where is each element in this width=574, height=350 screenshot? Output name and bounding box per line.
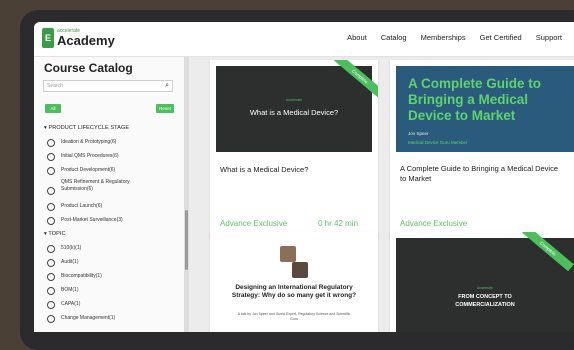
course-thumbnail[interactable]: accelerate What is a Medical Device? [216, 66, 372, 152]
radio-icon[interactable] [47, 153, 55, 161]
top-navigation: E accelerate Academy About Catalog Membe… [34, 22, 574, 57]
speaker-photo [280, 246, 296, 262]
main-nav: About Catalog Memberships Get Certified … [347, 33, 562, 42]
course-card[interactable]: accelerate FROM CONCEPT TO COMMERCIALIZA… [390, 232, 574, 332]
thumbnail-author-role: Medical Device Guru Member [408, 140, 468, 145]
all-button[interactable]: All [45, 104, 61, 113]
search-icon[interactable]: ⌕ [165, 82, 169, 90]
topic-option[interactable]: 510(k)(1) [47, 245, 81, 253]
catalog-sidebar: Course Catalog Search ⌕ All Reset ▾ PROD… [34, 57, 185, 332]
nav-get-certified[interactable]: Get Certified [480, 33, 522, 42]
filter-option[interactable]: Ideation & Prototyping(6) [47, 139, 116, 147]
thumbnail-title: A Complete Guide to Bringing a Medical D… [408, 76, 542, 123]
course-title[interactable]: What is a Medical Device? [220, 165, 370, 175]
screen: E accelerate Academy About Catalog Membe… [34, 22, 574, 332]
radio-icon[interactable] [47, 287, 55, 295]
reset-button[interactable]: Reset [156, 104, 174, 113]
radio-icon[interactable] [47, 167, 55, 175]
topic-option[interactable]: BOM(1) [47, 287, 79, 295]
filter-option[interactable]: Initial QMS Procedures(6) [47, 153, 119, 161]
course-title[interactable]: A Complete Guide to Bringing a Medical D… [400, 164, 560, 184]
filter-section-lifecycle[interactable]: ▾ PRODUCT LIFECYCLE STAGE [44, 125, 129, 131]
radio-icon[interactable] [47, 273, 55, 281]
nav-catalog[interactable]: Catalog [381, 33, 407, 42]
filter-section-topic[interactable]: ▾ TOPIC [44, 231, 66, 237]
thumbnail-brand: accelerate [476, 286, 494, 290]
thumbnail-title: What is a Medical Device? [249, 108, 339, 117]
course-duration: 0 hr 42 min [318, 219, 359, 228]
filter-option[interactable]: Product Launch(6) [47, 203, 102, 211]
nav-memberships[interactable]: Memberships [421, 33, 466, 42]
radio-icon[interactable] [47, 203, 55, 211]
sidebar-title: Course Catalog [44, 61, 133, 75]
radio-icon[interactable] [47, 259, 55, 267]
course-tag: Advance Exclusive [400, 219, 468, 228]
course-card[interactable]: accelerate What is a Medical Device? Com… [210, 60, 378, 238]
topic-option[interactable]: Audit(1) [47, 259, 79, 267]
speaker-photo [292, 262, 308, 278]
sidebar-scrollbar[interactable] [184, 57, 189, 332]
radio-icon[interactable] [47, 245, 55, 253]
thumbnail-brand: accelerate [285, 98, 303, 102]
course-card[interactable]: Designing an International Regulatory St… [210, 232, 378, 332]
course-thumbnail[interactable]: A Complete Guide to Bringing a Medical D… [396, 66, 574, 152]
radio-icon[interactable] [47, 217, 55, 225]
course-tag: Advance Exclusive [220, 219, 288, 228]
thumbnail-author: Jon Speer [408, 131, 429, 136]
radio-icon[interactable] [47, 315, 55, 323]
topic-option[interactable]: Biocompatibility(1) [47, 273, 102, 281]
nav-support[interactable]: Support [536, 33, 562, 42]
brand-logo[interactable]: E accelerate Academy [42, 28, 115, 48]
filter-option[interactable]: Product Development(6) [47, 167, 115, 175]
thumbnail-title: FROM CONCEPT TO COMMERCIALIZATION [455, 294, 515, 308]
search-input[interactable]: Search ⌕ [43, 80, 173, 92]
search-placeholder: Search [47, 83, 63, 89]
thumbnail-title: Designing an International Regulatory St… [231, 284, 357, 299]
nav-about[interactable]: About [347, 33, 367, 42]
logo-name: Academy [57, 33, 115, 48]
filter-option[interactable]: QMS Refinement & Regulatory Submission(6… [47, 179, 162, 195]
course-card[interactable]: A Complete Guide to Bringing a Medical D… [390, 60, 574, 238]
topic-option[interactable]: CAPA(1) [47, 301, 80, 309]
scrollbar-thumb[interactable] [185, 210, 188, 270]
thumbnail-subtitle: A talk by Jon Speer and Guest Expert, Re… [237, 312, 351, 321]
radio-icon[interactable] [47, 301, 55, 309]
radio-icon[interactable] [47, 187, 55, 195]
logo-mark-icon: E [42, 28, 54, 48]
radio-icon[interactable] [47, 139, 55, 147]
filter-option[interactable]: Post-Market Surveillance(3) [47, 217, 123, 225]
topic-option[interactable]: Change Management(1) [47, 315, 115, 323]
